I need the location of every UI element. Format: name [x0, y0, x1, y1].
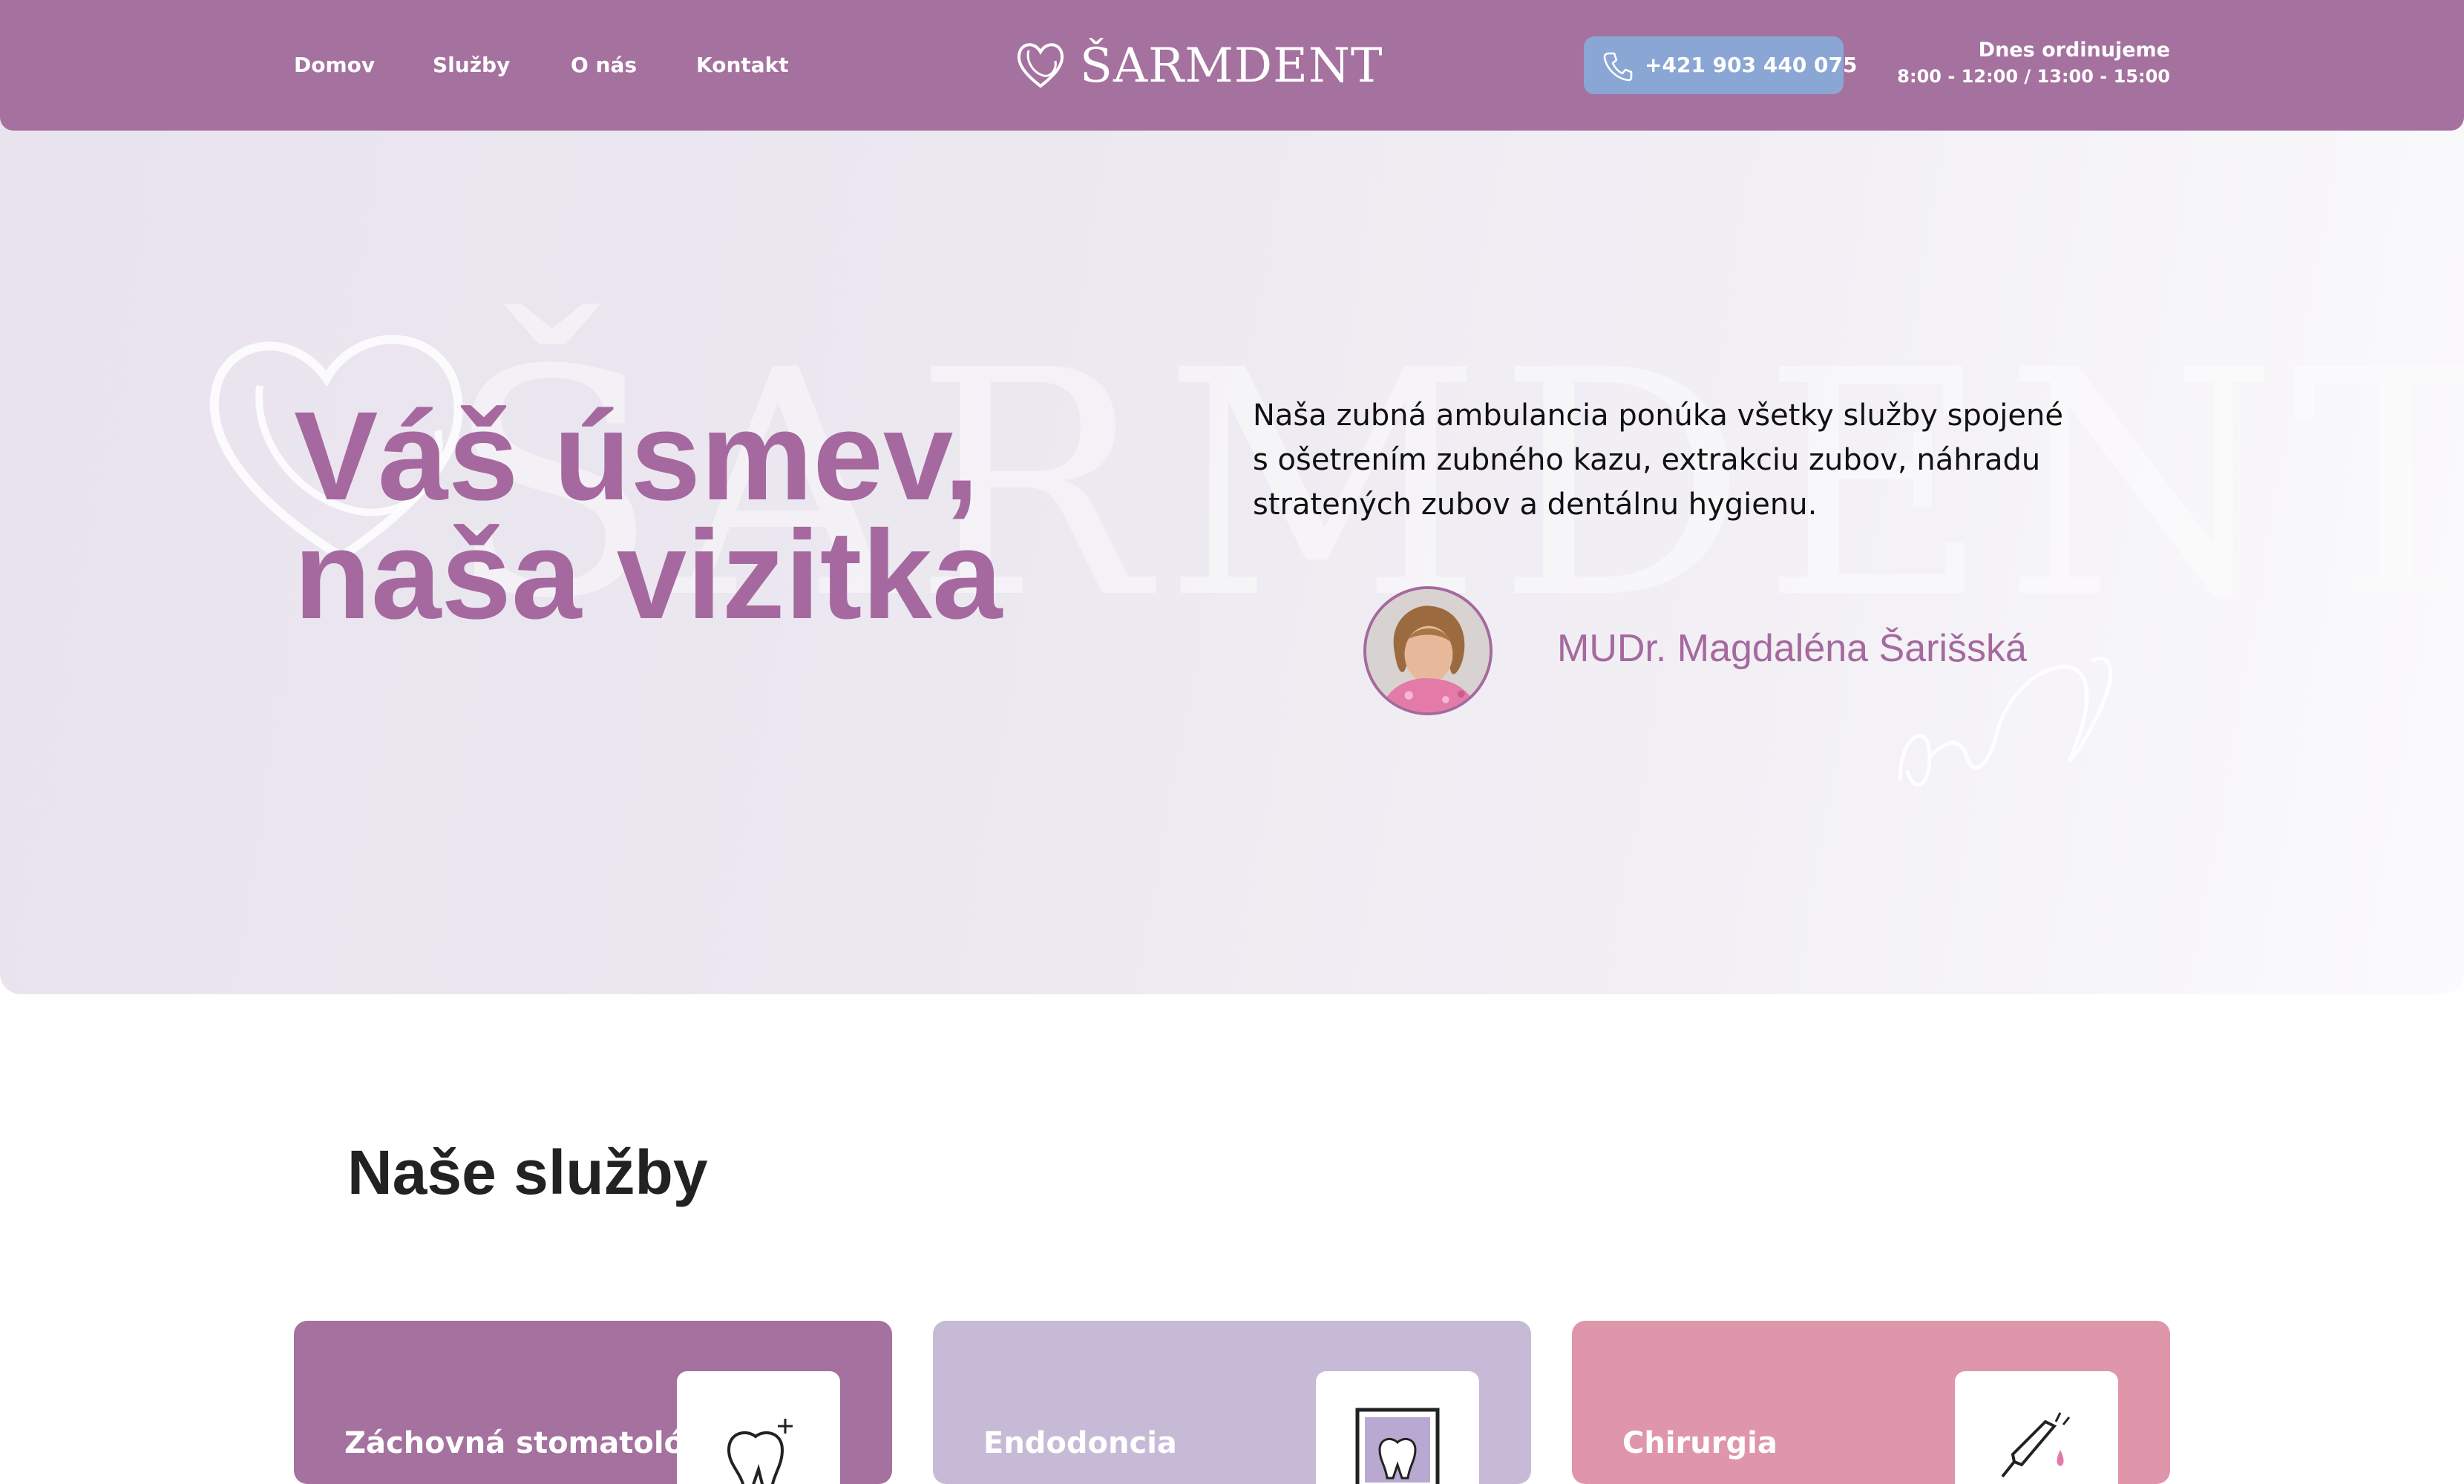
- hero-description: Naša zubná ambulancia ponúka všetky služ…: [1253, 398, 2063, 522]
- hero-section: ŠARMDENT Váš úsmev, naša vizitka Naša zu…: [0, 111, 2464, 994]
- opening-hours: Dnes ordinujeme 8:00 - 12:00 / 13:00 - 1…: [1897, 37, 2170, 89]
- tooth-xray-icon: [1355, 1408, 1440, 1484]
- logo-text[interactable]: ŠARMDENT: [1080, 40, 1383, 92]
- syringe-icon: [2001, 1412, 2071, 1478]
- service-card-endodoncia[interactable]: Endodoncia: [933, 1321, 1531, 1484]
- hours-title: Dnes ordinujeme: [1978, 39, 2170, 62]
- service-card-icon-box: [1955, 1371, 2118, 1484]
- signature-graphic: [1898, 657, 2113, 787]
- service-card-icon-box: [677, 1371, 840, 1484]
- hero-title-line2: naša vizitka: [294, 505, 1003, 646]
- heart-logo-icon[interactable]: [1014, 39, 1067, 92]
- service-card-icon-box: [1316, 1371, 1479, 1484]
- phone-button[interactable]: +421 903 440 075: [1584, 36, 1858, 94]
- doctor-avatar: [1363, 586, 1493, 715]
- services-title: Naše služby: [347, 1137, 708, 1207]
- hours-value: 8:00 - 12:00 / 13:00 - 15:00: [1897, 66, 2170, 87]
- phone-number: +421 903 440 075: [1645, 53, 1858, 77]
- nav-kontakt[interactable]: Kontakt: [696, 52, 789, 79]
- tooth-sparkle-icon: [727, 1419, 793, 1484]
- service-card-chirurgia[interactable]: Chirurgia: [1572, 1321, 2170, 1484]
- nav-domov[interactable]: Domov: [294, 52, 375, 79]
- doctor-photo: [1366, 589, 1490, 712]
- service-card-title: Endodoncia: [983, 1426, 1177, 1460]
- nav-o-nas[interactable]: O nás: [571, 52, 637, 79]
- site-header: Domov Služby O nás Kontakt ŠARMDENT +421…: [0, 0, 2464, 131]
- hero-title: Váš úsmev, naša vizitka: [294, 393, 1214, 638]
- service-card-zachovna[interactable]: Záchovná stomatológia: [294, 1321, 892, 1484]
- nav-sluzby[interactable]: Služby: [433, 52, 510, 79]
- service-card-title: Chirurgia: [1622, 1426, 1777, 1460]
- phone-icon: [1603, 52, 1633, 82]
